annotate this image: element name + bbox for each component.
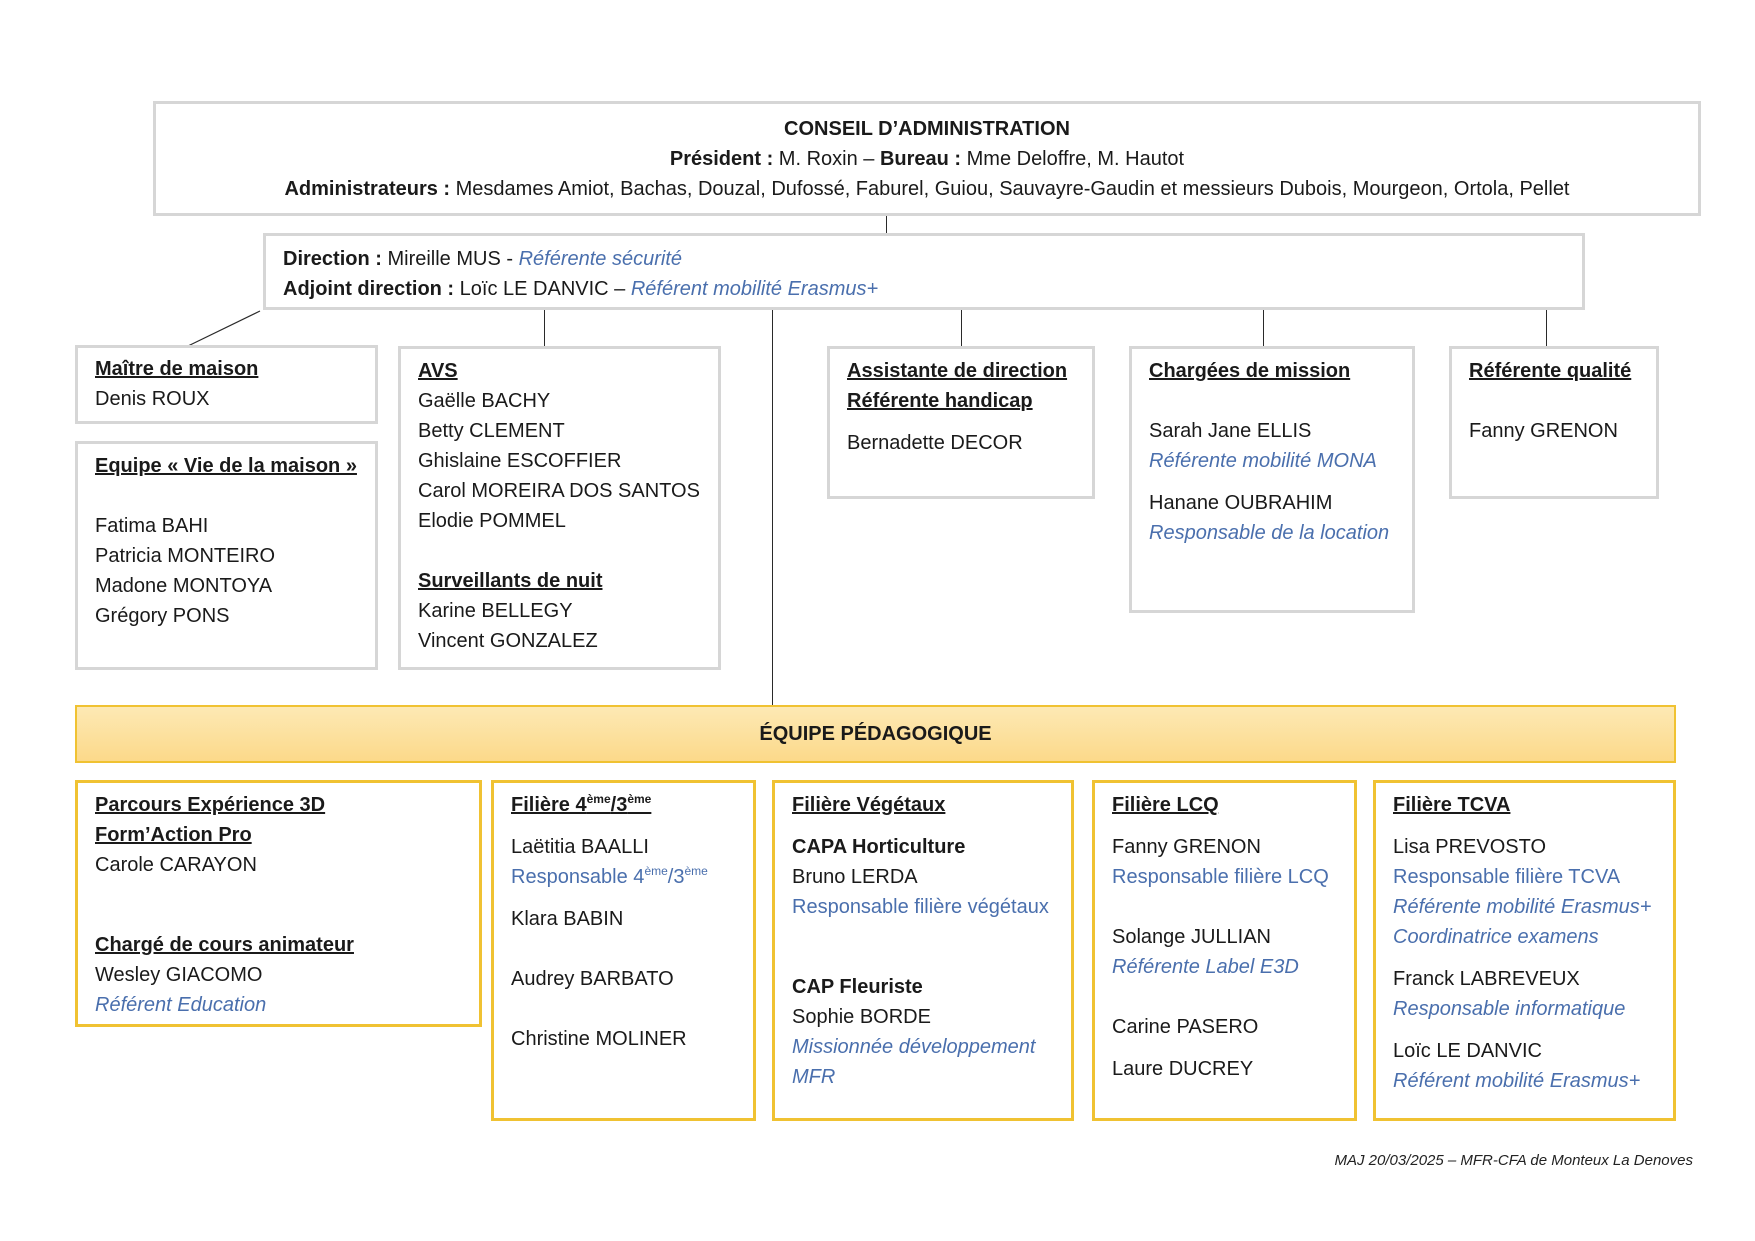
nuit-title: Surveillants de nuit <box>418 570 603 592</box>
qualite-title: Référente qualité <box>1469 360 1632 382</box>
cap-name: Sophie BORDE <box>792 1006 931 1028</box>
avs-member: Elodie POMMEL <box>418 510 566 532</box>
tcva-title: Filière TCVA <box>1393 794 1511 816</box>
cap-title: CAP Fleuriste <box>792 976 923 998</box>
charge-title: Chargé de cours animateur <box>95 934 354 956</box>
bureau-label: Bureau : <box>879 148 962 170</box>
tcva-name: Loïc LE DANVIC <box>1393 1040 1542 1062</box>
bureau-value: Mme Deloffre, M. Hautot <box>961 148 1185 170</box>
avs-box: AVS Gaëlle BACHY Betty CLEMENT Ghislaine… <box>398 346 721 670</box>
direction-name: Mireille MUS - <box>381 248 519 270</box>
charge-name: Wesley GIACOMO <box>95 964 263 986</box>
assistante-box: Assistante de direction Référente handic… <box>827 346 1095 499</box>
vie-member: Grégory PONS <box>95 605 230 627</box>
adjoint-line: Adjoint direction : Loïc LE DANVIC – Réf… <box>283 274 1582 304</box>
chargee-role: Référente mobilité MONA <box>1149 450 1377 472</box>
avs-member: Betty CLEMENT <box>418 420 565 442</box>
tcva-role: Coordinatrice examens <box>1393 926 1599 948</box>
direction-box: Direction : Mireille MUS - Référente séc… <box>263 233 1585 310</box>
direction-line: Direction : Mireille MUS - Référente séc… <box>283 244 1582 274</box>
admin-label: Administrateurs : <box>284 178 451 200</box>
vie-member: Fatima BAHI <box>95 515 209 537</box>
lcq-name: Carine PASERO <box>1112 1016 1259 1038</box>
charge-role: Référent Education <box>95 994 267 1016</box>
lcq-role: Responsable filière LCQ <box>1112 866 1329 888</box>
assistante-name: Bernadette DECOR <box>847 432 1023 454</box>
qualite-name: Fanny GRENON <box>1469 420 1618 442</box>
admin-value: Mesdames Amiot, Bachas, Douzal, Dufossé,… <box>450 178 1570 200</box>
tcva-name: Franck LABREVEUX <box>1393 968 1580 990</box>
tcva-role: Référent mobilité Erasmus+ <box>1393 1070 1641 1092</box>
qualite-box: Référente qualité Fanny GRENON <box>1449 346 1659 499</box>
nuit-member: Karine BELLEGY <box>418 600 573 622</box>
conseil-title: CONSEIL D’ADMINISTRATION <box>784 118 1070 140</box>
avs-member: Gaëlle BACHY <box>418 390 551 412</box>
chargees-box: Chargées de mission Sarah Jane ELLIS Réf… <box>1129 346 1415 613</box>
lcq-name: Solange JULLIAN <box>1112 926 1271 948</box>
chargee-name: Hanane OUBRAHIM <box>1149 492 1333 514</box>
handicap-title: Référente handicap <box>847 390 1033 412</box>
chargee-name: Sarah Jane ELLIS <box>1149 420 1312 442</box>
conseil-admin-line: Administrateurs : Mesdames Amiot, Bachas… <box>156 174 1698 204</box>
parcours-title: Parcours Expérience 3D <box>95 794 326 816</box>
formaction-title: Form’Action Pro <box>95 824 252 846</box>
avs-member: Carol MOREIRA DOS SANTOS <box>418 480 700 502</box>
conseil-box: CONSEIL D’ADMINISTRATION Président : M. … <box>153 101 1701 216</box>
lcq-role: Référente Label E3D <box>1112 956 1299 978</box>
tcva-box: Filière TCVA Lisa PREVOSTO Responsable f… <box>1373 780 1676 1121</box>
cap-role: Missionnée développement <box>792 1036 1036 1058</box>
filiere43-role: Responsable 4ème/3ème <box>511 864 708 888</box>
cap-role-cont: MFR <box>792 1066 836 1088</box>
chargee-role: Responsable de la location <box>1149 522 1390 544</box>
filiere43-name: Laëtitia BAALLI <box>511 836 649 858</box>
filiere43-name: Klara BABIN <box>511 908 624 930</box>
tcva-role: Responsable informatique <box>1393 998 1626 1020</box>
equipe-title: ÉQUIPE PÉDAGOGIQUE <box>759 723 992 745</box>
maitre-box: Maître de maison Denis ROUX <box>75 345 378 424</box>
capa-title: CAPA Horticulture <box>792 836 966 858</box>
vie-title: Equipe « Vie de la maison » <box>95 455 357 477</box>
vie-member: Madone MONTOYA <box>95 575 273 597</box>
maitre-name: Denis ROUX <box>95 388 210 410</box>
chargees-title: Chargées de mission <box>1149 360 1351 382</box>
assistante-title: Assistante de direction <box>847 360 1068 382</box>
equipe-banner: ÉQUIPE PÉDAGOGIQUE <box>75 705 1676 763</box>
vegetaux-title: Filière Végétaux <box>792 794 946 816</box>
maitre-title: Maître de maison <box>95 358 259 380</box>
lcq-name: Fanny GRENON <box>1112 836 1261 858</box>
footer-note: MAJ 20/03/2025 – MFR-CFA de Monteux La D… <box>1334 1152 1693 1169</box>
filiere43-box: Filière 4ème/3ème Laëtitia BAALLI Respon… <box>491 780 756 1121</box>
president-label: Président : <box>669 148 774 170</box>
tcva-role: Responsable filière TCVA <box>1393 866 1621 888</box>
avs-title: AVS <box>418 360 458 382</box>
lcq-title: Filière LCQ <box>1112 794 1219 816</box>
lcq-box: Filière LCQ Fanny GRENON Responsable fil… <box>1092 780 1357 1121</box>
parcours-box: Parcours Expérience 3D Form’Action Pro C… <box>75 780 482 1027</box>
filiere43-name: Christine MOLINER <box>511 1028 687 1050</box>
capa-name: Bruno LERDA <box>792 866 918 888</box>
adjoint-name: Loïc LE DANVIC – <box>454 278 631 300</box>
tcva-role: Référente mobilité Erasmus+ <box>1393 896 1652 918</box>
capa-role: Responsable filière végétaux <box>792 896 1049 918</box>
vegetaux-box: Filière Végétaux CAPA Horticulture Bruno… <box>772 780 1074 1121</box>
tcva-name: Lisa PREVOSTO <box>1393 836 1547 858</box>
filiere43-title: Filière 4ème/3ème <box>511 792 652 816</box>
parcours-name: Carole CARAYON <box>95 854 257 876</box>
vie-member: Patricia MONTEIRO <box>95 545 276 567</box>
vie-box: Equipe « Vie de la maison » Fatima BAHI … <box>75 441 378 670</box>
adjoint-role: Référent mobilité Erasmus+ <box>630 278 879 300</box>
avs-member: Ghislaine ESCOFFIER <box>418 450 622 472</box>
conseil-president-line: Président : M. Roxin – Bureau : Mme Delo… <box>156 144 1698 174</box>
nuit-member: Vincent GONZALEZ <box>418 630 598 652</box>
president-value: M. Roxin – <box>773 148 880 170</box>
adjoint-label: Adjoint direction : <box>283 278 455 300</box>
direction-role: Référente sécurité <box>518 248 682 270</box>
lcq-name: Laure DUCREY <box>1112 1058 1254 1080</box>
direction-label: Direction : <box>283 248 382 270</box>
filiere43-name: Audrey BARBATO <box>511 968 674 990</box>
